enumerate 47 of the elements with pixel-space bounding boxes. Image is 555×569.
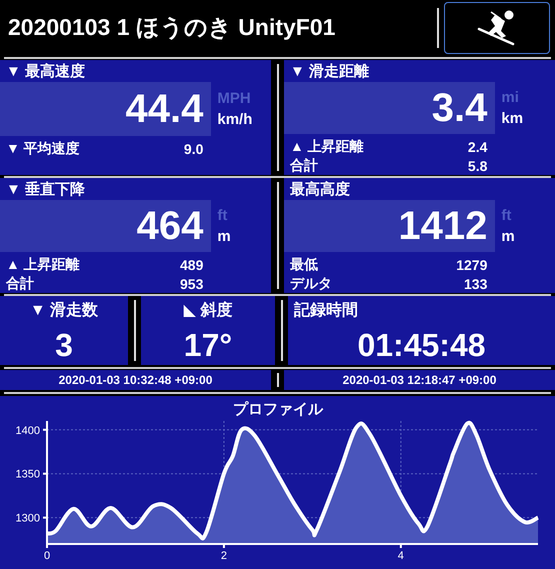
stat-label: ◣ 斜度: [184, 300, 232, 321]
sub-value: 9.0: [184, 140, 204, 156]
axis-label: 4: [398, 550, 404, 562]
unit-label: MPH: [217, 90, 252, 107]
sub-value: 953: [180, 276, 204, 292]
stat-label: 最高高度: [289, 180, 351, 200]
axis-label: 1300: [16, 512, 40, 525]
unit-label: m: [217, 228, 231, 245]
stat-label: ▼ 最高速度: [5, 62, 86, 82]
sub-label: ▲ 上昇距離: [290, 138, 364, 156]
unit-label: m: [501, 228, 515, 245]
sub-label: ▲ 上昇距離: [6, 256, 80, 274]
sub-label: 合計: [6, 274, 34, 292]
sub-label: 合計: [290, 156, 318, 174]
sport-button[interactable]: [444, 2, 550, 54]
axis-label: 0: [44, 550, 50, 562]
stat-value: 3.4: [432, 86, 488, 130]
unit-label: ft: [217, 207, 228, 224]
unit-label: km: [501, 110, 524, 127]
unit-label: ft: [501, 207, 512, 224]
axis-label: 1350: [16, 468, 40, 481]
stat-label: ▼ 垂直下降: [5, 180, 86, 200]
sub-label: ▼ 平均速度: [6, 140, 80, 158]
sub-label: デルタ: [290, 274, 332, 292]
stat-value: 3: [55, 327, 73, 364]
stat-value: 01:45:48: [356, 327, 487, 364]
window-title: 20200103 1 ほうのき UnityF01: [7, 13, 336, 42]
axis-label: 2: [220, 550, 227, 562]
timestamp: 2020-01-03 12:18:47 +09:00: [284, 370, 555, 390]
stat-label: ▼ 滑走距離: [289, 62, 370, 82]
stat-value: 17°: [184, 327, 232, 364]
sub-value: 1279: [456, 256, 488, 272]
sub-value: 133: [464, 276, 488, 292]
axis-label: 1400: [16, 424, 40, 437]
unit-label: mi: [501, 89, 520, 106]
timestamp: 2020-01-03 10:32:48 +09:00: [0, 370, 271, 390]
stat-label: 記録時間: [293, 300, 359, 321]
sub-label: 最低: [290, 256, 318, 274]
sub-value: 2.4: [468, 138, 488, 154]
stat-value: 1412: [398, 204, 488, 248]
sub-value: 489: [180, 256, 204, 272]
stat-value: 44.4: [126, 86, 204, 132]
chart-title: プロファイル: [233, 401, 323, 418]
stat-value: 464: [136, 204, 204, 248]
stat-label: ▼ 滑走数: [30, 300, 98, 321]
unit-label: km/h: [217, 111, 252, 128]
sub-value: 5.8: [468, 158, 488, 174]
